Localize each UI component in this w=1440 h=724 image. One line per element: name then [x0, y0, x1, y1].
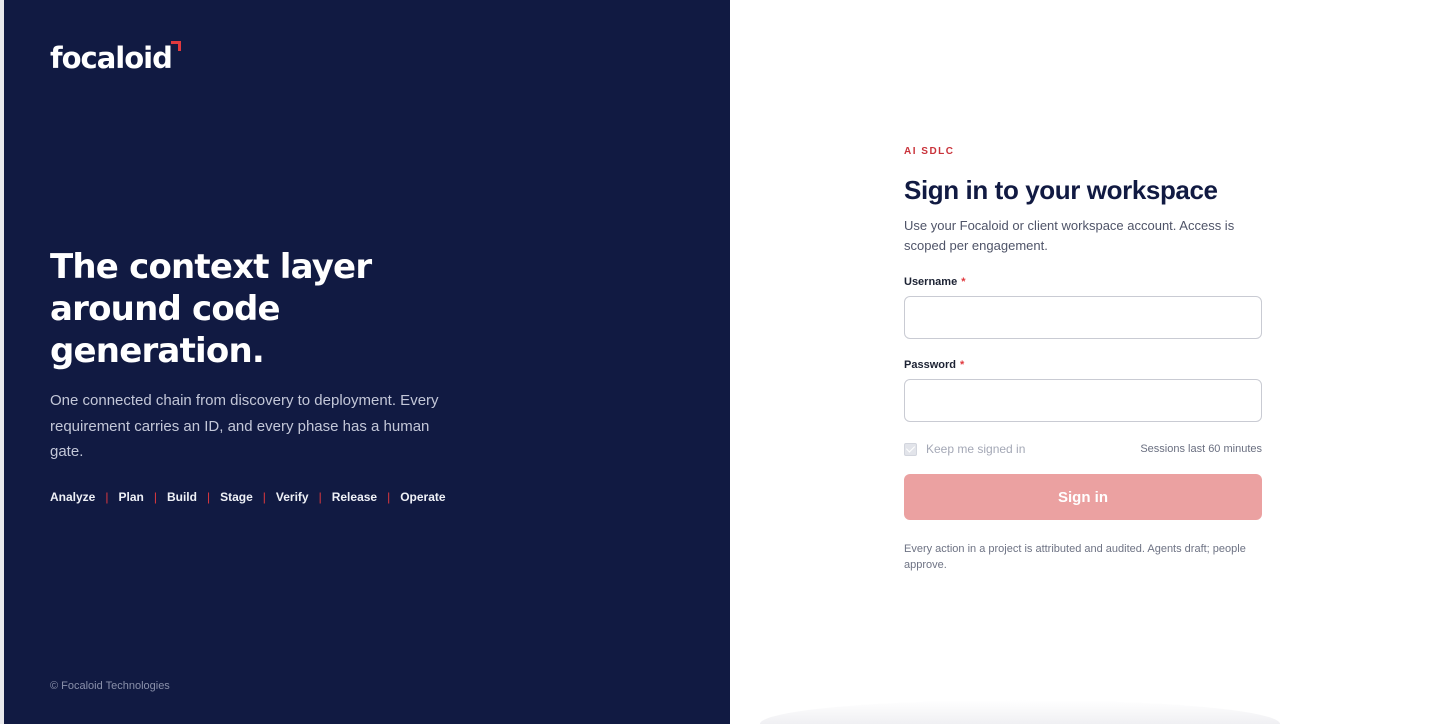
phase-separator: | — [105, 490, 109, 504]
options-row: Keep me signed in Sessions last 60 minut… — [904, 442, 1262, 456]
keep-signed-in-toggle[interactable]: Keep me signed in — [904, 442, 1025, 456]
logo-wordmark: focaloid — [50, 41, 173, 75]
keep-signed-in-label: Keep me signed in — [926, 442, 1026, 456]
username-label: Username * — [904, 276, 1262, 288]
sign-in-form: AI SDLC Sign in to your workspace Use yo… — [904, 146, 1262, 573]
phase-stage: Stage — [220, 490, 253, 504]
phase-separator: | — [206, 490, 211, 504]
phase-build: Build — [166, 490, 197, 504]
form-title: Sign in to your workspace — [904, 175, 1218, 205]
password-input[interactable] — [904, 379, 1262, 422]
hero-subtitle: One connected chain from discovery to de… — [50, 392, 439, 460]
copyright-text: © Focaloid Technologies — [50, 680, 170, 692]
bottom-shadow — [760, 700, 1280, 724]
phase-operate: Operate — [400, 490, 446, 504]
phase-plan: Plan — [118, 490, 144, 504]
keep-signed-in-checkbox[interactable] — [904, 442, 917, 456]
phase-separator: | — [262, 490, 266, 504]
phase-separator: | — [318, 490, 322, 504]
phase-analyze: Analyze — [50, 490, 96, 504]
logo-corner-mark-icon — [171, 41, 181, 51]
audit-footnote: Every action in a project is attributed … — [904, 543, 1246, 571]
phase-list: Analyze | Plan | Build | Stage | Verify … — [50, 490, 446, 504]
username-input[interactable] — [904, 296, 1262, 339]
phase-separator: | — [387, 490, 391, 504]
sign-in-button[interactable]: Sign in — [904, 474, 1262, 520]
phase-release: Release — [331, 490, 378, 504]
username-label-text: Username — [904, 276, 958, 288]
phase-verify: Verify — [275, 490, 309, 504]
brand-panel: focaloid The context layer around code g… — [4, 0, 730, 724]
product-eyebrow: AI SDLC — [904, 146, 955, 157]
required-marker: * — [959, 359, 965, 371]
focaloid-logo: focaloid — [50, 40, 181, 76]
phase-separator: | — [153, 490, 157, 504]
form-description: Use your Focaloid or client workspace ac… — [904, 218, 1235, 253]
password-label-text: Password — [904, 359, 956, 371]
password-label: Password * — [904, 359, 1262, 371]
session-duration-note: Sessions last 60 minutes — [1140, 443, 1262, 455]
required-marker: * — [961, 276, 966, 288]
hero-title: The context layer around code generation… — [50, 247, 372, 371]
